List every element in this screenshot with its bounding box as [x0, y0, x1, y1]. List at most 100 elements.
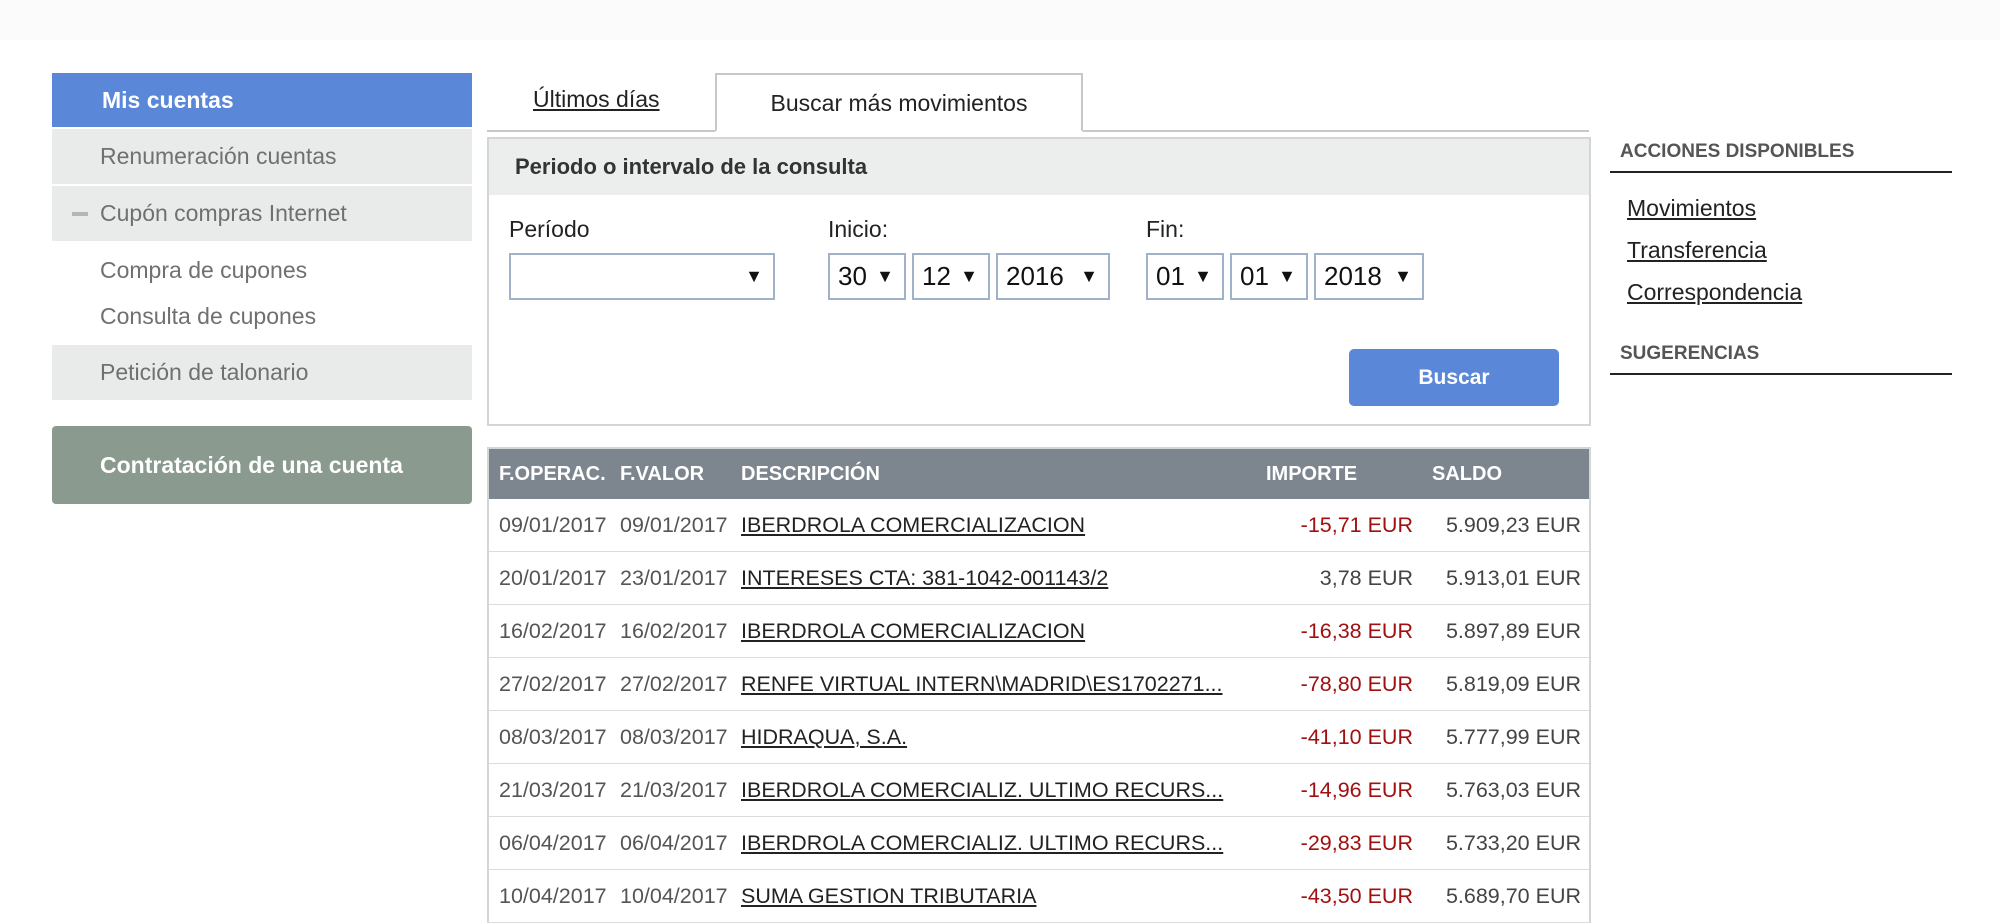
cell-importe: -14,96 EUR	[1300, 778, 1413, 802]
col-importe: IMPORTE	[1266, 463, 1358, 485]
movement-link[interactable]: RENFE VIRTUAL INTERN\MADRID\ES1702271...	[741, 672, 1223, 696]
cell-saldo: 5.819,09 EUR	[1445, 672, 1581, 696]
collapse-dash-icon	[72, 212, 88, 216]
cell-f-valor: 21/03/2017	[620, 778, 728, 802]
panel-title: Periodo o intervalo de la consulta	[489, 139, 1589, 195]
cell-descripcion: IBERDROLA COMERCIALIZACION	[741, 499, 1085, 551]
table-header: F.OPERAC. F.VALOR DESCRIPCIÓN IMPORTE SA…	[489, 449, 1589, 499]
cell-descripcion: IBERDROLA COMERCIALIZACION	[741, 605, 1085, 657]
inicio-day-select[interactable]: 30 ▼	[828, 253, 906, 300]
movement-link[interactable]: INTERESES CTA: 381-1042-001143/2	[741, 566, 1108, 590]
cell-descripcion: INTERESES CTA: 381-1042-001143/2	[741, 552, 1108, 604]
cell-saldo: 5.897,89 EUR	[1445, 619, 1581, 643]
link-movimientos[interactable]: Movimientos	[1627, 187, 1952, 229]
cell-saldo: 5.913,01 EUR	[1445, 566, 1581, 590]
link-transferencia[interactable]: Transferencia	[1627, 229, 1952, 271]
col-f-valor: F.VALOR	[620, 463, 705, 485]
movement-link[interactable]: IBERDROLA COMERCIALIZACION	[741, 513, 1085, 537]
table-row: 06/04/2017 06/04/2017 IBERDROLA COMERCIALI…	[489, 817, 1589, 870]
col-f-operac: F.OPERAC.	[499, 463, 606, 485]
link-correspondencia[interactable]: Correspondencia	[1627, 271, 1952, 313]
cell-f-valor: 27/02/2017	[620, 672, 728, 696]
fin-month-select[interactable]: 01 ▼	[1230, 253, 1308, 300]
cell-importe: -43,50 EUR	[1300, 884, 1413, 908]
inicio-month-value: 12	[922, 261, 951, 291]
sugerencias-title: SUGERENCIAS	[1610, 335, 1952, 375]
table-row: 20/01/2017 23/01/2017 INTERESES CTA: 381-1…	[489, 552, 1589, 605]
table-row: 08/03/2017 08/03/2017 HIDRAQUA, S.A. -41,10…	[489, 711, 1589, 764]
right-panel: ACCIONES DISPONIBLES Movimientos Transfe…	[1610, 133, 1952, 375]
contratacion-button[interactable]: Contratación de una cuenta	[52, 426, 472, 504]
inicio-month-select[interactable]: 12 ▼	[912, 253, 990, 300]
movements-table: F.OPERAC. F.VALOR DESCRIPCIÓN IMPORTE SA…	[487, 447, 1591, 923]
cell-f-operac: 06/04/2017	[499, 831, 607, 855]
sidebar-item-label: Cupón compras Internet	[100, 200, 347, 226]
chevron-down-icon: ▼	[1194, 266, 1212, 286]
cell-f-operac: 09/01/2017	[499, 513, 607, 537]
sidebar-header[interactable]: Mis cuentas	[52, 73, 472, 127]
cell-f-valor: 16/02/2017	[620, 619, 728, 643]
buscar-button[interactable]: Buscar	[1349, 349, 1559, 406]
cell-descripcion: RENFE VIRTUAL INTERN\MADRID\ES1702271...	[741, 658, 1223, 710]
acciones-title: ACCIONES DISPONIBLES	[1610, 133, 1952, 173]
sidebar: Mis cuentas Renumeración cuentas Cupón c…	[52, 73, 472, 504]
table-row: 27/02/2017 27/02/2017 RENFE VIRTUAL INTERN…	[489, 658, 1589, 711]
fin-day-value: 01	[1156, 261, 1185, 291]
cell-importe: -16,38 EUR	[1300, 619, 1413, 643]
table-row: 16/02/2017 16/02/2017 IBERDROLA COMERCIALI…	[489, 605, 1589, 658]
cell-f-operac: 27/02/2017	[499, 672, 607, 696]
movement-link[interactable]: HIDRAQUA, S.A.	[741, 725, 907, 749]
table-row: 21/03/2017 21/03/2017 IBERDROLA COMERCIALI…	[489, 764, 1589, 817]
cell-importe: -29,83 EUR	[1300, 831, 1413, 855]
chevron-down-icon: ▼	[1278, 266, 1296, 286]
periodo-select[interactable]: ▼	[509, 253, 775, 300]
fin-label: Fin:	[1146, 216, 1185, 242]
sidebar-item-cupon[interactable]: Cupón compras Internet	[52, 186, 472, 241]
cell-f-valor: 06/04/2017	[620, 831, 728, 855]
fin-year-value: 2018	[1324, 261, 1382, 291]
chevron-down-icon: ▼	[876, 266, 894, 286]
chevron-down-icon: ▼	[960, 266, 978, 286]
periodo-label: Período	[509, 216, 590, 242]
cell-saldo: 5.763,03 EUR	[1445, 778, 1581, 802]
movement-link[interactable]: IBERDROLA COMERCIALIZACION	[741, 619, 1085, 643]
movement-link[interactable]: SUMA GESTION TRIBUTARIA	[741, 884, 1036, 908]
sidebar-item-talonario[interactable]: Petición de talonario	[52, 345, 472, 400]
inicio-day-value: 30	[838, 261, 867, 291]
col-descripcion: DESCRIPCIÓN	[741, 463, 880, 485]
cell-saldo: 5.733,20 EUR	[1445, 831, 1581, 855]
cell-importe: 3,78 EUR	[1319, 566, 1413, 590]
cell-importe: -41,10 EUR	[1300, 725, 1413, 749]
chevron-down-icon: ▼	[745, 266, 763, 286]
inicio-year-select[interactable]: 2016 ▼	[996, 253, 1110, 300]
movement-link[interactable]: IBERDROLA COMERCIALIZ. ULTIMO RECURS...	[741, 778, 1223, 802]
sidebar-subitem-compra[interactable]: Compra de cupones	[52, 247, 472, 293]
movement-link[interactable]: IBERDROLA COMERCIALIZ. ULTIMO RECURS...	[741, 831, 1223, 855]
tab-bar: Últimos días Buscar más movimientos	[487, 73, 1589, 132]
cell-f-operac: 10/04/2017	[499, 884, 607, 908]
cell-saldo: 5.777,99 EUR	[1445, 725, 1581, 749]
cell-f-valor: 10/04/2017	[620, 884, 728, 908]
cell-f-operac: 20/01/2017	[499, 566, 607, 590]
tab-buscar-movimientos[interactable]: Buscar más movimientos	[715, 73, 1083, 132]
chevron-down-icon: ▼	[1394, 266, 1412, 286]
col-saldo: SALDO	[1432, 463, 1502, 485]
cell-descripcion: SUMA GESTION TRIBUTARIA	[741, 870, 1036, 922]
table-row: 09/01/2017 09/01/2017 IBERDROLA COMERCIALI…	[489, 499, 1589, 552]
cell-descripcion: HIDRAQUA, S.A.	[741, 711, 907, 763]
sidebar-subitem-consulta[interactable]: Consulta de cupones	[52, 293, 472, 339]
tab-ultimos-dias[interactable]: Últimos días	[533, 73, 660, 130]
fin-day-select[interactable]: 01 ▼	[1146, 253, 1224, 300]
cell-descripcion: IBERDROLA COMERCIALIZ. ULTIMO RECURS...	[741, 764, 1223, 816]
cell-importe: -78,80 EUR	[1300, 672, 1413, 696]
table-row: 10/04/2017 10/04/2017 SUMA GESTION TRIBUTA…	[489, 870, 1589, 923]
cell-saldo: 5.689,70 EUR	[1445, 884, 1581, 908]
query-panel: Periodo o intervalo de la consulta Perío…	[487, 137, 1591, 426]
cell-f-operac: 16/02/2017	[499, 619, 607, 643]
inicio-year-value: 2016	[1006, 261, 1064, 291]
cell-f-operac: 08/03/2017	[499, 725, 607, 749]
top-bar	[0, 0, 2000, 40]
fin-year-select[interactable]: 2018 ▼	[1314, 253, 1424, 300]
sidebar-item-renumeracion[interactable]: Renumeración cuentas	[52, 129, 472, 184]
cell-saldo: 5.909,23 EUR	[1445, 513, 1581, 537]
